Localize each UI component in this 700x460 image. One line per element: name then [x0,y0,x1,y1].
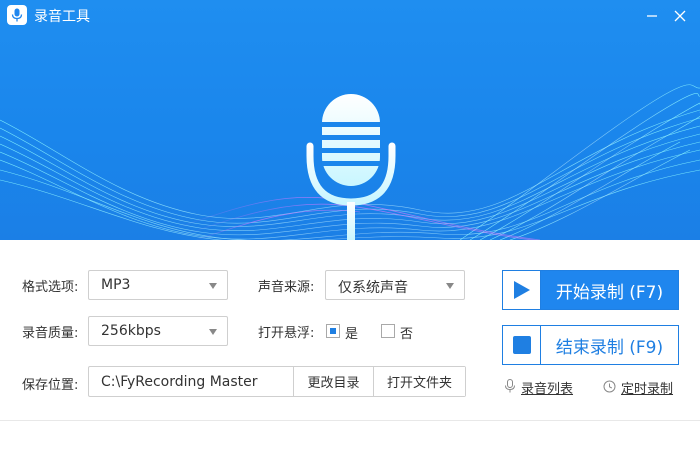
format-select[interactable]: MP3 [88,270,228,300]
title-bar: 录音工具 [0,0,700,32]
stop-recording-button[interactable]: 结束录制 (F9) [502,325,679,365]
minimize-button[interactable] [642,6,662,26]
app-mic-icon [7,5,27,25]
start-recording-label: 开始录制 (F7) [541,271,678,309]
chevron-down-icon [446,283,454,289]
clock-icon [603,380,616,393]
minimize-icon [647,15,657,17]
format-label: 格式选项: [22,280,79,295]
quality-label: 录音质量: [22,326,79,341]
window-title: 录音工具 [34,9,90,25]
stop-recording-label: 结束录制 (F9) [541,326,678,364]
microphone-icon [305,94,397,240]
float-no-label: 否 [400,327,414,342]
scheduled-recording-link[interactable]: 定时录制 [621,378,673,397]
format-value: MP3 [101,277,131,293]
source-value: 仅系统声音 [338,280,408,296]
stop-icon [503,326,541,364]
chevron-down-icon [209,283,217,289]
source-select[interactable]: 仅系统声音 [325,270,465,300]
close-icon [674,10,686,22]
footer-divider [0,420,700,421]
recording-list-link[interactable]: 录音列表 [521,378,573,397]
header-banner: 录音工具 [0,0,700,240]
quality-select[interactable]: 256kbps [88,316,228,346]
float-no-checkbox[interactable] [381,324,395,338]
float-yes-checkbox[interactable] [326,324,340,338]
recorder-window: 录音工具 格式选项: MP3 声音来源: 仅系统声音 录音质量: 256kbps… [0,0,700,460]
quality-value: 256kbps [101,323,161,339]
close-button[interactable] [670,6,690,26]
save-path-field[interactable]: C:\FyRecording Master 更改目录 打开文件夹 [88,366,466,397]
change-directory-button[interactable]: 更改目录 [293,367,373,396]
save-path-value: C:\FyRecording Master [101,374,258,390]
start-recording-button[interactable]: 开始录制 (F7) [502,270,679,310]
play-icon [503,271,541,309]
float-yes-label: 是 [345,327,359,342]
mic-list-icon [505,379,515,393]
save-location-label: 保存位置: [22,378,79,393]
open-folder-button[interactable]: 打开文件夹 [373,367,465,396]
float-label: 打开悬浮: [258,326,315,341]
chevron-down-icon [209,329,217,335]
source-label: 声音来源: [258,280,315,295]
